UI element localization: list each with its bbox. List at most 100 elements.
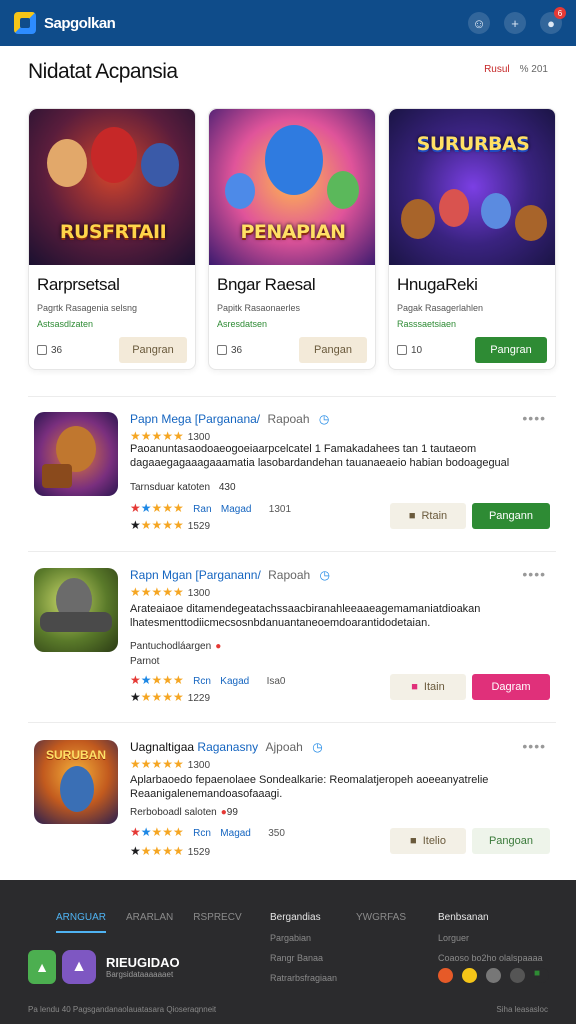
item-description: Aplarbaoedo fepaenolaee Sondealkarie: Re… xyxy=(130,774,489,800)
footer-site-link[interactable]: Siha leasasloc xyxy=(496,1005,548,1014)
wishlist-button[interactable]: ■ Rtain xyxy=(390,503,466,529)
footer-heading[interactable]: YWGRFAS xyxy=(356,912,406,923)
footer-brand: ▲ ▲ RIEUGIDAO Bargsidataaaaaaet xyxy=(28,950,180,984)
rating-row: ★★★★★ Rcn Magad 350 xyxy=(130,825,285,839)
more-options-icon[interactable]: •••• xyxy=(522,410,546,426)
app-logo-icon[interactable] xyxy=(14,12,36,34)
brand-name[interactable]: Sapgolkan xyxy=(44,15,116,32)
title-part: [Parganann/ xyxy=(195,568,261,582)
title-part: Mgan xyxy=(162,568,193,582)
social-icon[interactable] xyxy=(486,968,501,983)
add-user-icon[interactable]: + xyxy=(504,12,526,34)
store-logo-icon[interactable]: ▲ xyxy=(28,950,56,984)
filter-link[interactable]: Rusul xyxy=(484,64,510,75)
item-title[interactable]: Rapn Mgan [Parganann/ Rapoah ◷ xyxy=(130,568,330,582)
divider xyxy=(28,396,556,397)
game-thumbnail[interactable]: SURUBAN xyxy=(34,740,118,824)
rating-label: Magad xyxy=(220,828,251,839)
game-artwork[interactable]: SURURBAS xyxy=(389,109,555,265)
list-item[interactable]: Papn Mega [Parganana/ Rapoah ◷ •••• ★★★★… xyxy=(28,398,556,548)
wishlist-button[interactable]: ■ Itain xyxy=(390,674,466,700)
title-part: Raganasny xyxy=(197,740,259,754)
gift-icon: ■ xyxy=(410,835,417,847)
crate-icon xyxy=(401,199,435,239)
rating-count: 350 xyxy=(268,828,285,839)
notifications-icon[interactable]: ● 6 xyxy=(540,7,566,34)
footer-tab[interactable]: ARNGUAR xyxy=(56,912,107,933)
footer-brand-text: RIEUGIDAO Bargsidataaaaaaet xyxy=(106,955,180,979)
card-footer: 36 Pangan xyxy=(217,337,367,363)
social-icon[interactable] xyxy=(510,968,525,983)
footer-link[interactable]: Ratrarbsfragiaan xyxy=(270,973,337,983)
rating-count: 1301 xyxy=(268,504,292,515)
title-part: [Parganana/ xyxy=(194,412,261,426)
title-part: Rapoah xyxy=(268,568,311,582)
character-icon xyxy=(60,766,94,812)
game-thumbnail[interactable] xyxy=(34,568,118,652)
more-options-icon[interactable]: •••• xyxy=(522,738,546,754)
wishlist-button[interactable]: ■ Itelio xyxy=(390,828,466,854)
get-button[interactable]: Pangran xyxy=(475,337,547,363)
character-icon xyxy=(225,173,255,209)
star-rating: ★★★★★ 1529 xyxy=(130,844,211,858)
page-title: Nidatat Acpansia xyxy=(28,60,178,83)
item-description: Arateaiaoe ditamendegeatachssaacbiranahl… xyxy=(130,603,481,629)
footer-link[interactable]: Coaoso bo2ho olalspaaaa xyxy=(438,953,543,963)
card-subtitle: Papitk Rasaonaerles xyxy=(217,303,301,313)
rating-label: Ran xyxy=(193,504,212,515)
featured-card[interactable]: SURURBAS HnugaReki Pagak Rasagerlahlen R… xyxy=(388,108,556,370)
title-meta: Rusul % 201 xyxy=(484,64,548,75)
artwork-title: PENAPIAN xyxy=(240,221,346,243)
card-title[interactable]: HnugaReki xyxy=(397,275,478,295)
rating-count: 1300 xyxy=(187,588,211,599)
footer-link[interactable]: Rangr Banaa xyxy=(270,953,337,963)
profile-icon[interactable]: ☺ xyxy=(468,12,490,34)
item-meta: Tarnsduar katoten 430 xyxy=(130,482,236,493)
card-title[interactable]: Bngar Raesal xyxy=(217,275,316,295)
card-title[interactable]: Rarprsetsal xyxy=(37,275,120,295)
list-item[interactable]: SURUBAN Uagnaltigaa Raganasny Ajpoah ◷ •… xyxy=(28,726,556,876)
featured-cards: RUSFRTAII Rarprsetsal Pagrtk Rasagenia s… xyxy=(28,108,556,370)
rating-row: ★★★★★ Rcn Kagad Isa0 xyxy=(130,673,286,687)
players-icon xyxy=(217,345,227,355)
footer-copyright: Pa lendu 40 Pagsgandanaolauatasara Qiose… xyxy=(28,1005,217,1014)
social-icon[interactable] xyxy=(462,968,477,983)
title-part: Papn xyxy=(130,412,159,426)
artwork-title: RUSFRTAII xyxy=(59,221,167,243)
star-rating: ★★★★★ 1300 xyxy=(130,429,211,443)
item-title[interactable]: Papn Mega [Parganana/ Rapoah ◷ xyxy=(130,412,329,426)
card-tag: Rasssaetsiaen xyxy=(397,319,457,329)
item-description: Paoanuntasaodoaeogoeiaarpcelcatel 1 Fama… xyxy=(130,443,510,469)
title-part: Ajpoah xyxy=(265,740,303,754)
rating-label: Kagad xyxy=(220,676,250,687)
footer-tab[interactable]: ARARLAN xyxy=(126,912,173,933)
social-icon[interactable]: ■ xyxy=(534,968,549,983)
game-artwork[interactable]: RUSFRTAII xyxy=(29,109,195,265)
featured-card[interactable]: RUSFRTAII Rarprsetsal Pagrtk Rasagenia s… xyxy=(28,108,196,370)
featured-card[interactable]: PENAPIAN Bngar Raesal Papitk Rasaonaerle… xyxy=(208,108,376,370)
header-actions: ☺ + ● 6 xyxy=(468,7,566,34)
game-artwork[interactable]: PENAPIAN xyxy=(209,109,375,265)
players-icon xyxy=(397,345,407,355)
card-tag: Asresdatsen xyxy=(217,319,268,329)
character-icon xyxy=(327,171,359,209)
app-logo-icon[interactable]: ▲ xyxy=(62,950,96,984)
review-count: 1529 xyxy=(187,847,211,858)
get-button[interactable]: Pangran xyxy=(119,337,187,363)
footer-column: YWGRFAS xyxy=(356,912,406,933)
footer-link[interactable]: Lorguer xyxy=(438,933,543,943)
footer-tab[interactable]: RSPRECV xyxy=(193,912,241,933)
more-options-icon[interactable]: •••• xyxy=(522,566,546,582)
get-button[interactable]: Pangan xyxy=(299,337,367,363)
footer-heading: Bergandias xyxy=(270,912,321,923)
player-count-value: 36 xyxy=(231,344,243,356)
social-icon[interactable] xyxy=(438,968,453,983)
get-button[interactable]: Dagram xyxy=(472,674,550,700)
get-button[interactable]: Pangoan xyxy=(472,828,550,854)
item-title[interactable]: Uagnaltigaa Raganasny Ajpoah ◷ xyxy=(130,740,323,754)
footer-link[interactable]: Pargabian xyxy=(270,933,337,943)
sort-link[interactable]: % 201 xyxy=(520,64,548,75)
list-item[interactable]: Rapn Mgan [Parganann/ Rapoah ◷ •••• ★★★★… xyxy=(28,554,556,704)
game-thumbnail[interactable] xyxy=(34,412,118,496)
get-button[interactable]: Pangann xyxy=(472,503,550,529)
